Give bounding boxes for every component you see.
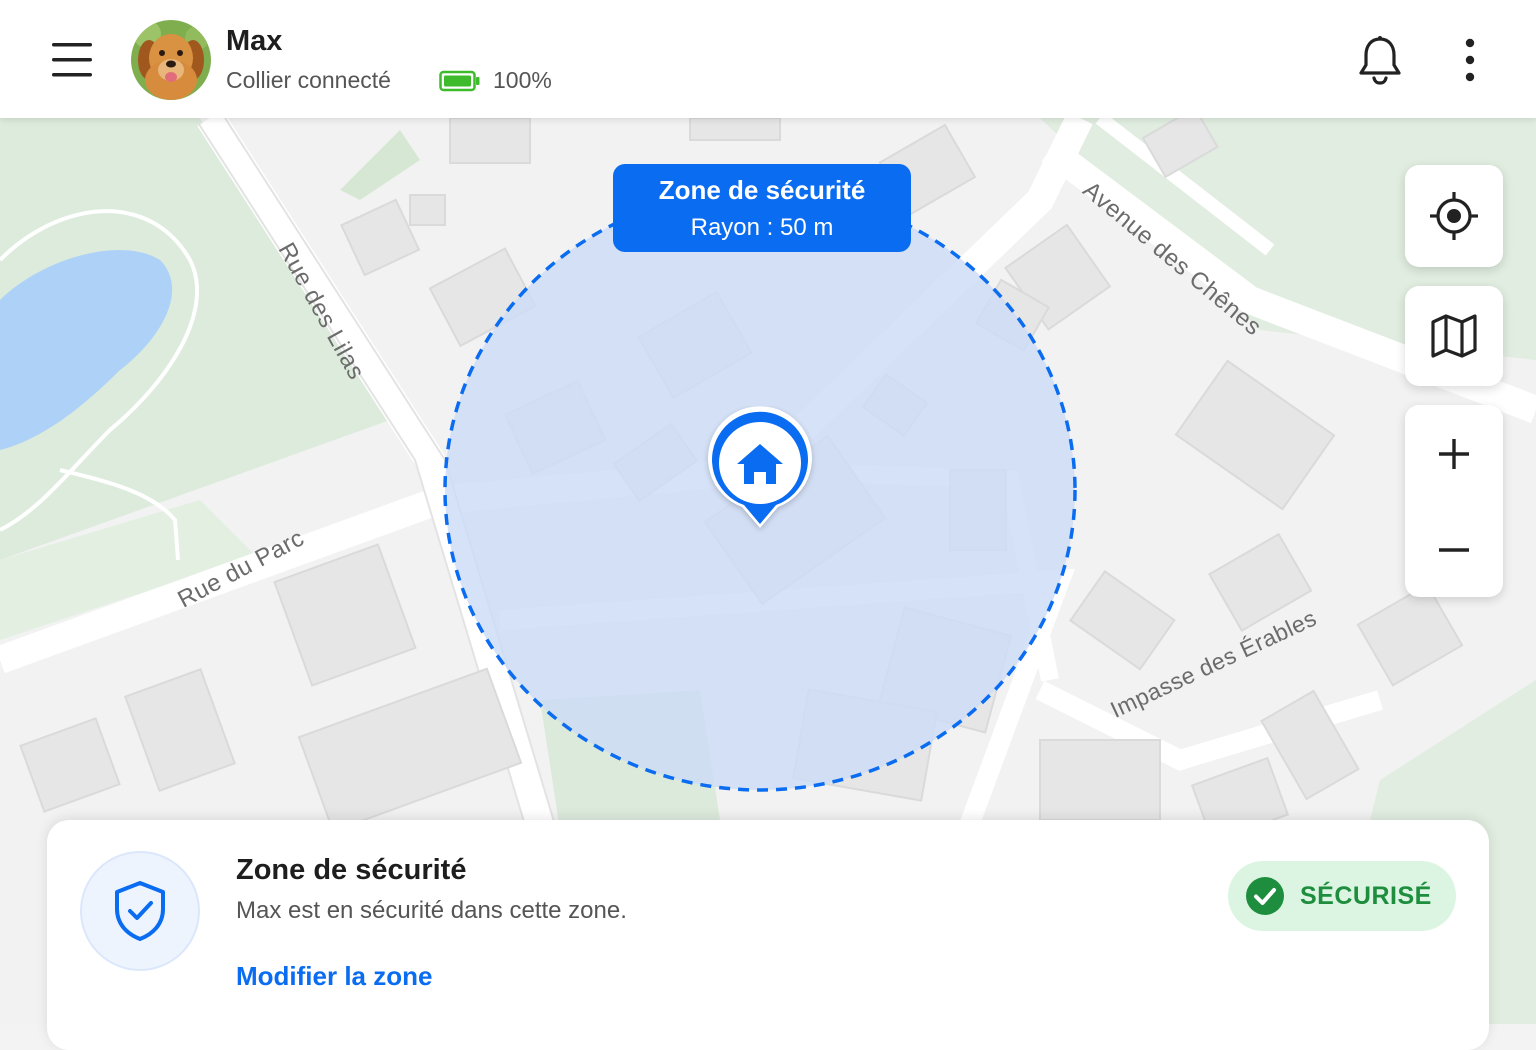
zoom-out-button[interactable] bbox=[1405, 503, 1503, 597]
safety-zone-tag[interactable]: Zone de sécurité Rayon : 50 m bbox=[613, 164, 911, 252]
app-header: Max Collier connecté 100% bbox=[0, 0, 1536, 118]
zoom-in-icon bbox=[1439, 439, 1469, 469]
home-pin[interactable] bbox=[700, 406, 820, 540]
menu-icon bbox=[52, 43, 92, 77]
bell-icon bbox=[1359, 36, 1401, 85]
status-badge: SÉCURISÉ bbox=[1228, 861, 1456, 931]
safety-zone-radius: Rayon : 50 m bbox=[690, 214, 834, 241]
collar-status: Collier connecté bbox=[226, 67, 391, 93]
zoom-control bbox=[1405, 405, 1503, 597]
map-layers-icon bbox=[1431, 314, 1477, 358]
locate-control bbox=[1405, 165, 1503, 267]
shield-badge bbox=[80, 851, 200, 971]
edit-zone-link[interactable]: Modifier la zone bbox=[236, 961, 432, 992]
pet-avatar[interactable] bbox=[131, 20, 211, 100]
safety-zone-title: Zone de sécurité bbox=[658, 175, 866, 205]
battery-icon bbox=[439, 70, 480, 92]
menu-button[interactable] bbox=[46, 34, 98, 86]
locate-button[interactable] bbox=[1405, 165, 1503, 267]
status-label: SÉCURISÉ bbox=[1300, 881, 1432, 910]
dog-avatar-icon bbox=[131, 20, 211, 100]
more-vert-icon bbox=[1465, 38, 1475, 82]
safety-zone-card: Zone de sécurité Max est en sécurité dan… bbox=[47, 820, 1489, 1050]
map-layers-button[interactable] bbox=[1405, 286, 1503, 386]
zoom-in-button[interactable] bbox=[1405, 405, 1503, 503]
card-title: Zone de sécurité bbox=[236, 854, 467, 886]
pet-name: Max bbox=[226, 25, 283, 57]
card-description: Max est en sécurité dans cette zone. bbox=[236, 897, 627, 924]
notifications-button[interactable] bbox=[1356, 34, 1404, 86]
battery-level: 100% bbox=[493, 67, 552, 93]
locate-icon bbox=[1430, 192, 1478, 240]
shield-check-icon bbox=[115, 881, 165, 941]
check-circle-icon bbox=[1246, 877, 1284, 915]
zoom-out-icon bbox=[1439, 548, 1469, 552]
more-options-button[interactable] bbox=[1448, 34, 1492, 86]
home-icon bbox=[708, 406, 812, 528]
map-layers-control bbox=[1405, 286, 1503, 386]
